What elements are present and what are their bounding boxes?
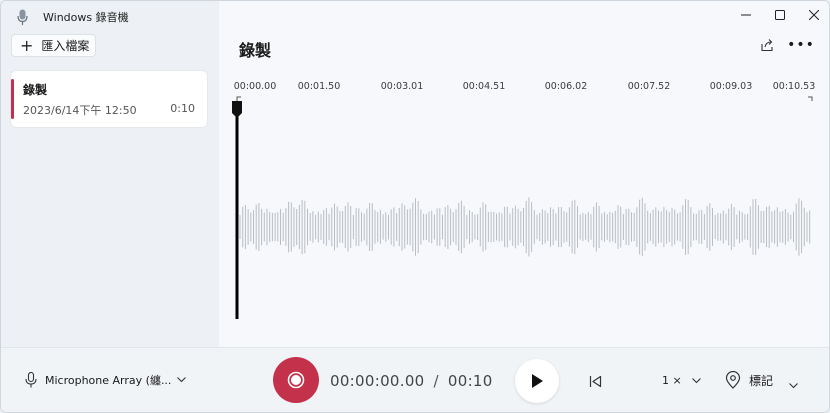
sidebar: Windows 錄音機 + 匯入檔案 錄製 2023/6/14下午 12:50 …	[1, 1, 219, 347]
playback-speed-selector[interactable]: 1 ×	[662, 374, 701, 387]
recording-date: 2023/6/14下午 12:50	[23, 104, 137, 117]
waveform-area[interactable]	[219, 1, 830, 347]
microphone-name: Microphone Array (纏...	[45, 374, 172, 387]
more-controls-button[interactable]	[789, 374, 798, 393]
playback-speed-value: 1 ×	[662, 374, 682, 387]
skip-to-start-button[interactable]	[586, 372, 604, 390]
add-marker-button[interactable]: 標記	[725, 371, 773, 389]
chevron-down-icon	[789, 383, 798, 389]
playback-timer: 00:00:00.00 / 00:10	[330, 372, 493, 390]
recording-list-item[interactable]: 錄製 2023/6/14下午 12:50 0:10	[11, 71, 207, 127]
recording-duration: 0:10	[170, 102, 195, 115]
play-icon	[532, 374, 543, 388]
microphone-selector[interactable]: Microphone Array (纏...	[25, 372, 194, 388]
waveform-bars	[239, 197, 811, 257]
skip-back-icon	[589, 375, 601, 387]
total-time: 00:10	[447, 372, 493, 390]
import-file-label: 匯入檔案	[41, 39, 90, 53]
app-title: Windows 錄音機	[43, 11, 129, 24]
record-icon	[287, 371, 305, 389]
selected-indicator	[11, 79, 14, 119]
selection-corner-left	[236, 96, 241, 101]
chevron-down-icon	[177, 377, 187, 383]
plus-icon: +	[20, 35, 34, 55]
current-time: 00:00:00.00	[330, 372, 425, 390]
time-separator: /	[433, 372, 439, 390]
microphone-app-icon	[15, 8, 29, 26]
chevron-down-icon	[691, 377, 701, 383]
location-pin-icon	[725, 371, 741, 389]
playhead-handle[interactable]	[232, 101, 242, 118]
recording-name: 錄製	[23, 83, 48, 97]
selection-corner-right	[808, 96, 813, 101]
import-file-button[interactable]: + 匯入檔案	[11, 34, 96, 57]
title-bar: Windows 錄音機	[15, 7, 129, 27]
record-button[interactable]	[273, 357, 319, 403]
playback-bar: Microphone Array (纏... 00:00:00.00 / 00:…	[1, 347, 829, 412]
microphone-icon	[25, 372, 37, 388]
main-pane: 錄製 ••• 00:00.00 00:01.50 00:03.01 00:04.…	[219, 1, 830, 347]
marker-label: 標記	[749, 373, 774, 388]
voice-recorder-window: Windows 錄音機 + 匯入檔案 錄製 2023/6/14下午 12:50 …	[0, 0, 830, 413]
play-button[interactable]	[515, 359, 559, 403]
